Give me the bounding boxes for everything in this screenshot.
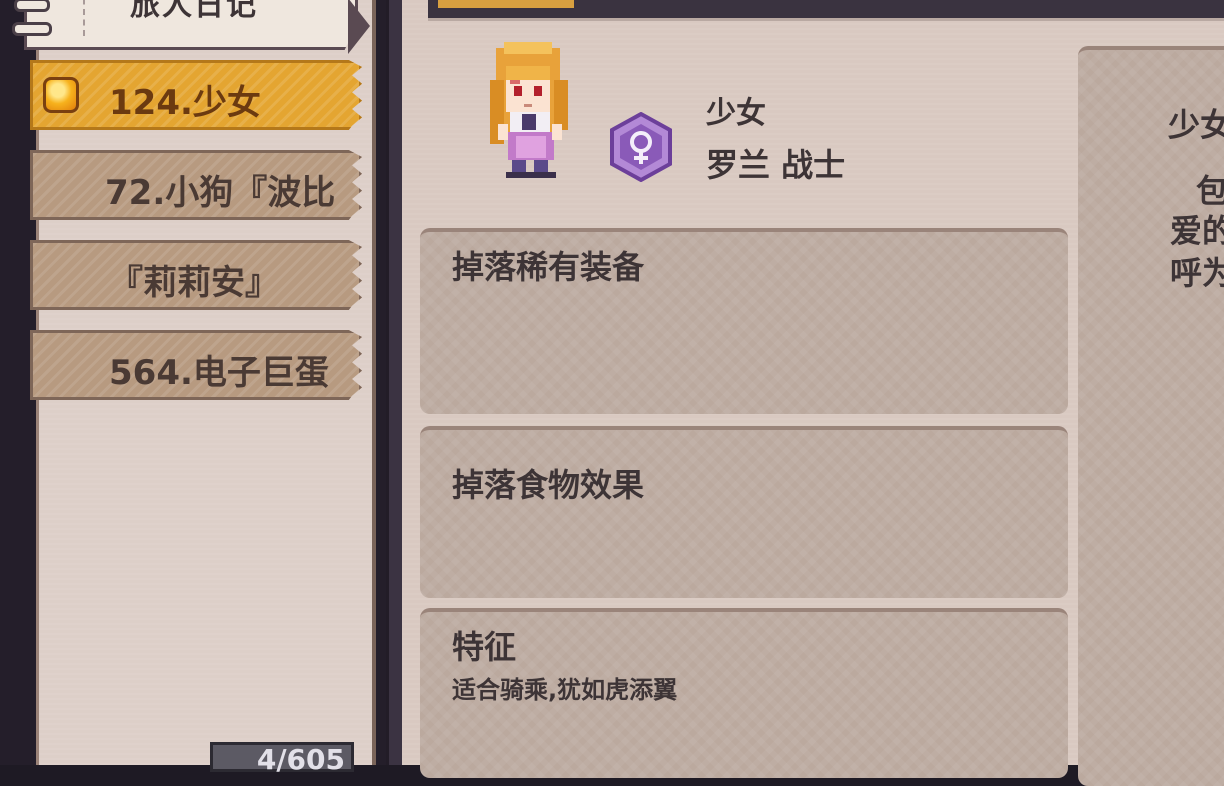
page-counter: 4/605	[210, 742, 354, 775]
character-name: 少女	[706, 96, 766, 131]
section-title: 特征	[452, 628, 517, 666]
entry-label: 『莉莉安』	[109, 263, 279, 303]
entry-label: 564.电子巨蛋	[109, 353, 329, 393]
detail-panel: 少女 罗兰 战士 掉落稀有装备 掉落食物效果 特征 适合骑乘,犹如虎添翼 少女 …	[402, 0, 1224, 786]
description-line: 呼为	[1170, 254, 1224, 292]
top-tab-strip	[428, 0, 1224, 21]
journal-entry[interactable]: 72.小狗『波比	[30, 150, 362, 220]
character-class: 罗兰 战士	[706, 146, 846, 184]
section-title: 掉落食物效果	[452, 466, 645, 504]
description-title: 少女	[1168, 106, 1224, 144]
rare-equipment-section: 掉落稀有装备	[420, 228, 1068, 414]
description-card: 少女 包 爱的 呼为	[1078, 46, 1224, 786]
journal-entry[interactable]: 564.电子巨蛋	[30, 330, 362, 400]
tab-arrow-icon	[348, 0, 370, 54]
active-tab-indicator	[438, 0, 574, 8]
journal-entry-selected[interactable]: 124.少女	[30, 60, 362, 130]
entry-label: 72.小狗『波比	[105, 173, 336, 213]
journal-tab[interactable]: 旅人日记	[24, 0, 358, 50]
character-sprite	[490, 42, 568, 178]
trait-description: 适合骑乘,犹如虎添翼	[452, 676, 678, 704]
journal-entry[interactable]: 『莉莉安』	[30, 240, 362, 310]
section-title: 掉落稀有装备	[452, 248, 645, 286]
food-effect-section: 掉落食物效果	[420, 426, 1068, 598]
binder-clip-icon	[14, 0, 50, 12]
binder-clip-icon	[12, 22, 52, 36]
traits-section: 特征 适合骑乘,犹如虎添翼	[420, 608, 1068, 778]
gem-icon	[43, 77, 79, 113]
journal-title: 旅人日记	[130, 0, 258, 23]
description-line: 爱的	[1170, 212, 1224, 250]
journal-sidebar: 旅人日记 124.少女 72.小狗『波比 『莉莉安』 564.电子巨蛋 4/60…	[0, 0, 386, 775]
female-gender-icon	[610, 112, 672, 182]
entry-label: 124.少女	[109, 83, 261, 123]
